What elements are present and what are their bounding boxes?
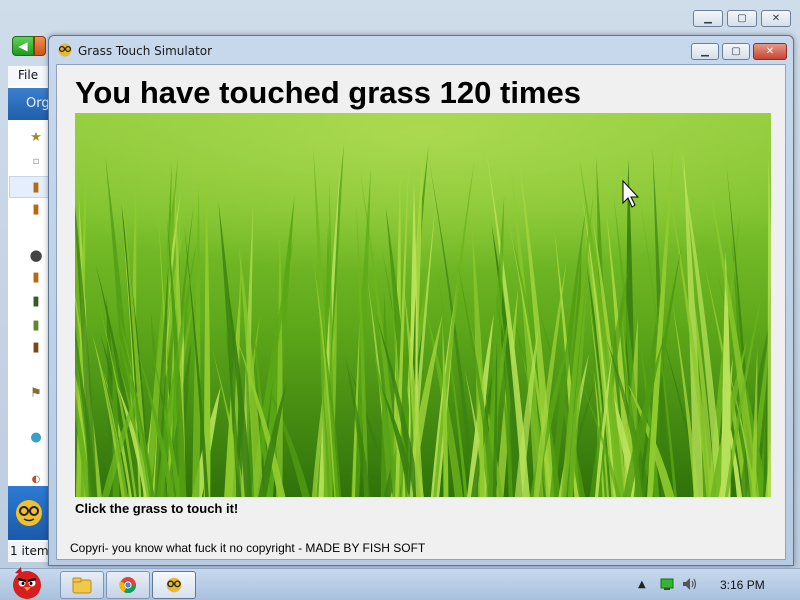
folder-icon[interactable]: ▮ <box>28 340 44 355</box>
taskbar: ▲ 3:16 PM <box>0 567 800 600</box>
background-close-button[interactable]: ✕ <box>761 10 791 27</box>
folder-icon[interactable]: ▮ <box>28 318 44 333</box>
background-window-titlebar[interactable]: ▁ ▢ ✕ <box>0 0 800 34</box>
folder-icon[interactable]: ▮ <box>28 270 44 285</box>
glasses-face-icon <box>16 500 42 526</box>
show-hidden-icons-icon[interactable]: ▲ <box>638 579 646 590</box>
menu-file[interactable]: File <box>18 68 38 82</box>
background-minimize-button[interactable]: ▁ <box>693 10 723 27</box>
disc-icon[interactable]: ● <box>28 246 44 264</box>
organize-button[interactable]: Org <box>8 88 50 120</box>
file-icon[interactable]: ▫ <box>28 156 44 167</box>
folder-icon[interactable]: ▮ <box>28 294 44 309</box>
network-icon[interactable] <box>660 577 674 594</box>
background-maximize-button[interactable]: ▢ <box>727 10 757 27</box>
angry-bird-icon <box>13 567 41 599</box>
network-folder-icon[interactable]: ⚑ <box>28 386 44 401</box>
app-minimize-button[interactable]: ▁ <box>691 43 719 60</box>
app-client-area: You have touched grass 120 times Click t… <box>56 64 786 560</box>
taskbar-explorer-button[interactable] <box>60 571 104 599</box>
taskbar-chrome-button[interactable] <box>106 571 150 599</box>
app-close-button[interactable]: ✕ <box>753 43 787 60</box>
heading-suffix: times <box>500 75 581 110</box>
app-glasses-icon <box>57 43 73 61</box>
heading-prefix: You have touched grass <box>75 75 432 110</box>
taskbar-grass-simulator-button[interactable] <box>152 571 196 599</box>
app-titlebar[interactable]: Grass Touch Simulator ▁ ▢ ✕ <box>49 36 793 64</box>
back-arrow-icon[interactable]: ◀ <box>12 36 34 56</box>
explorer-folder-icon <box>72 577 92 594</box>
homegroup-icon[interactable]: ● <box>28 430 44 445</box>
volume-icon[interactable] <box>682 577 698 594</box>
background-menubar: File <box>8 66 50 86</box>
background-status-text: 1 item <box>8 542 50 562</box>
touch-count: 120 <box>439 75 492 110</box>
glasses-face-icon <box>166 577 182 593</box>
app-caption-buttons: ▁ ▢ ✕ <box>691 43 787 60</box>
grass-touch-simulator-window: Grass Touch Simulator ▁ ▢ ✕ You have tou… <box>48 35 794 566</box>
background-navigation: ◀ <box>12 36 46 56</box>
grass-image <box>75 113 771 497</box>
grass-image-button[interactable] <box>75 113 771 497</box>
forward-arrow-icon[interactable] <box>34 36 46 56</box>
copyright-text: Copyri- you know what fuck it no copyrig… <box>70 541 426 555</box>
folder-icon[interactable]: ▮ <box>28 202 44 217</box>
background-window-caption-buttons: ▁ ▢ ✕ <box>693 10 791 27</box>
item-icon[interactable]: ◐ <box>28 474 44 485</box>
chrome-icon <box>119 577 137 594</box>
touch-count-heading: You have touched grass 120 times <box>75 75 581 111</box>
favorites-star-icon[interactable]: ★ <box>28 130 44 145</box>
app-maximize-button[interactable]: ▢ <box>722 43 750 60</box>
folder-icon[interactable]: ▮ <box>28 180 44 195</box>
app-title: Grass Touch Simulator <box>78 44 213 58</box>
start-button[interactable] <box>4 563 50 600</box>
taskbar-clock[interactable]: 3:16 PM <box>720 578 765 592</box>
user-avatar <box>8 486 50 540</box>
grass-hint-text: Click the grass to touch it! <box>75 501 239 516</box>
